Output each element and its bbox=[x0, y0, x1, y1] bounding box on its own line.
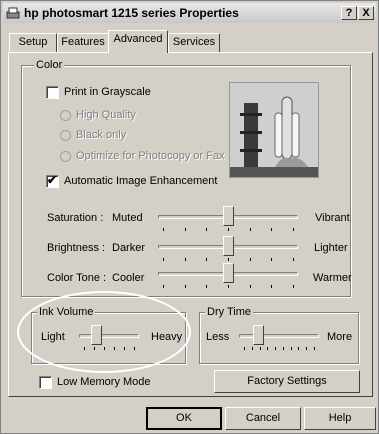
saturation-label: Saturation : bbox=[47, 212, 104, 224]
dry-time-title: Dry Time bbox=[205, 306, 253, 318]
low-memory-checkbox[interactable] bbox=[39, 376, 52, 389]
slider-tick bbox=[185, 228, 186, 231]
slider-tick bbox=[250, 258, 251, 261]
optimize-radio[interactable] bbox=[60, 151, 71, 162]
tab-advanced[interactable]: Advanced bbox=[108, 30, 168, 53]
slider-tick bbox=[206, 285, 207, 288]
slider-tick bbox=[306, 347, 307, 350]
tab-setup[interactable]: Setup bbox=[9, 33, 57, 53]
grayscale-checkbox[interactable] bbox=[46, 86, 59, 99]
saturation-slider[interactable] bbox=[158, 206, 298, 238]
window-title: hp photosmart 1215 series Properties bbox=[24, 6, 239, 20]
slider-tick bbox=[206, 258, 207, 261]
dry-less-label: Less bbox=[206, 331, 230, 343]
brightness-label: Brightness : bbox=[47, 242, 106, 254]
slider-tick bbox=[283, 347, 284, 350]
help-title-button[interactable]: ? bbox=[341, 6, 357, 20]
auto-enhance-label: Automatic Image Enhancement bbox=[64, 175, 218, 187]
low-memory-label: Low Memory Mode bbox=[57, 376, 151, 388]
color-tone-thumb[interactable] bbox=[223, 263, 234, 283]
slider-tick bbox=[260, 347, 261, 350]
slider-tick bbox=[163, 228, 164, 231]
high-quality-label: High Quality bbox=[76, 109, 136, 121]
tab-features[interactable]: Features bbox=[57, 33, 109, 53]
color-tone-slider[interactable] bbox=[158, 263, 298, 293]
brightness-thumb[interactable] bbox=[223, 236, 234, 256]
color-group-title: Color bbox=[34, 59, 65, 71]
slider-tick bbox=[298, 347, 299, 350]
brightness-max-label: Lighter bbox=[314, 242, 348, 254]
slider-tick bbox=[163, 258, 164, 261]
slider-tick bbox=[250, 285, 251, 288]
slider-tick bbox=[250, 228, 251, 231]
shuttle-launch-icon bbox=[230, 83, 318, 177]
slider-tick bbox=[267, 347, 268, 350]
slider-tick bbox=[244, 347, 245, 350]
slider-tick bbox=[314, 347, 315, 350]
ink-volume-highlight-ring bbox=[17, 291, 191, 373]
saturation-min-label: Muted bbox=[112, 212, 143, 224]
brightness-min-label: Darker bbox=[112, 242, 146, 254]
factory-settings-button[interactable]: Factory Settings bbox=[214, 370, 360, 393]
slider-tick bbox=[271, 228, 272, 231]
slider-tick bbox=[228, 258, 229, 261]
auto-enhance-checkbox[interactable]: ✔ bbox=[46, 173, 59, 188]
slider-tick bbox=[228, 285, 229, 288]
slider-tick bbox=[185, 285, 186, 288]
slider-tick bbox=[271, 285, 272, 288]
color-tone-label: Color Tone : bbox=[47, 272, 107, 284]
printer-icon bbox=[6, 7, 20, 19]
ok-button[interactable]: OK bbox=[146, 407, 222, 430]
slider-tick bbox=[291, 347, 292, 350]
dry-time-slider[interactable] bbox=[239, 325, 319, 355]
color-tone-max-label: Warmer bbox=[313, 272, 352, 284]
slider-tick bbox=[163, 285, 164, 288]
slider-tick bbox=[293, 258, 294, 261]
color-tone-min-label: Cooler bbox=[112, 272, 145, 284]
tab-services[interactable]: Services bbox=[168, 33, 220, 53]
optimize-label: Optimize for Photocopy or Fax bbox=[76, 150, 225, 162]
properties-dialog: hp photosmart 1215 series Properties ? X… bbox=[0, 0, 379, 434]
black-only-radio[interactable] bbox=[60, 130, 71, 141]
saturation-max-label: Vibrant bbox=[315, 212, 350, 224]
help-button[interactable]: Help bbox=[304, 407, 376, 430]
saturation-thumb[interactable] bbox=[223, 206, 234, 226]
close-title-button[interactable]: X bbox=[358, 6, 374, 20]
dry-time-track bbox=[239, 334, 319, 338]
slider-tick bbox=[185, 258, 186, 261]
title-bar[interactable]: hp photosmart 1215 series Properties ? X bbox=[3, 3, 376, 23]
slider-tick bbox=[206, 228, 207, 231]
dry-time-thumb[interactable] bbox=[253, 325, 264, 345]
shuttle-launch-image bbox=[229, 82, 319, 178]
slider-tick bbox=[293, 285, 294, 288]
cancel-button[interactable]: Cancel bbox=[225, 407, 301, 430]
slider-tick bbox=[228, 228, 229, 231]
slider-tick bbox=[293, 228, 294, 231]
check-mark-icon: ✔ bbox=[47, 173, 58, 187]
dry-more-label: More bbox=[327, 331, 353, 343]
slider-tick bbox=[275, 347, 276, 350]
slider-tick bbox=[271, 258, 272, 261]
black-only-label: Black only bbox=[76, 129, 127, 141]
high-quality-radio[interactable] bbox=[60, 110, 71, 121]
grayscale-label: Print in Grayscale bbox=[64, 86, 151, 98]
slider-tick bbox=[252, 347, 253, 350]
